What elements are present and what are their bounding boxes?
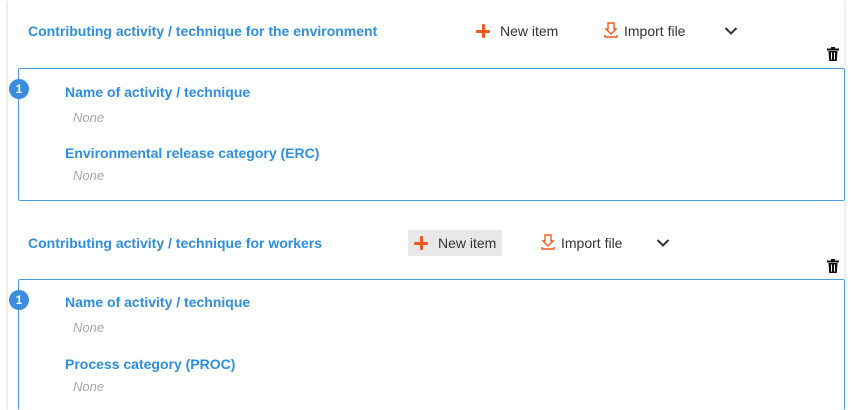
item-card: 1 Name of activity / technique None Proc…: [9, 279, 845, 410]
new-item-label: New item: [500, 23, 559, 39]
field-label: Name of activity / technique: [65, 294, 251, 310]
panel: Contributing activity / technique for th…: [8, 0, 845, 410]
import-file-label: Import file: [624, 23, 686, 39]
import-file-label: Import file: [561, 235, 623, 251]
section-title: Contributing activity / technique for wo…: [28, 235, 323, 251]
field-value[interactable]: None: [73, 320, 104, 335]
trash-icon[interactable]: [827, 259, 839, 278]
plus-icon: [414, 236, 428, 250]
section-title: Contributing activity / technique for th…: [28, 23, 378, 39]
section-workers-header: Contributing activity / technique for wo…: [28, 230, 322, 256]
field-label: Environmental release category (ERC): [65, 145, 320, 161]
import-file-icon: [604, 21, 618, 41]
new-item-label: New item: [438, 235, 497, 251]
import-file-button[interactable]: Import file: [604, 18, 685, 44]
field-value[interactable]: None: [73, 110, 104, 125]
field-label: Name of activity / technique: [65, 84, 251, 100]
field-value[interactable]: None: [73, 168, 104, 183]
field-label: Process category (PROC): [65, 356, 236, 372]
expand-menu-button[interactable]: [724, 18, 738, 44]
item-number-badge: 1: [9, 79, 29, 99]
expand-menu-button[interactable]: [656, 230, 670, 256]
new-item-button[interactable]: New item: [476, 18, 558, 44]
import-file-button[interactable]: Import file: [541, 230, 622, 256]
item-card: 1 Name of activity / technique None Envi…: [9, 68, 845, 201]
trash-icon[interactable]: [827, 47, 839, 66]
item-number-badge: 1: [9, 290, 29, 310]
chevron-down-icon: [724, 23, 738, 39]
chevron-down-icon: [656, 235, 670, 251]
field-value[interactable]: None: [73, 379, 104, 394]
new-item-button[interactable]: New item: [408, 230, 503, 256]
plus-icon: [476, 24, 490, 38]
import-file-icon: [541, 233, 555, 253]
section-environment-header: Contributing activity / technique for th…: [28, 18, 377, 44]
